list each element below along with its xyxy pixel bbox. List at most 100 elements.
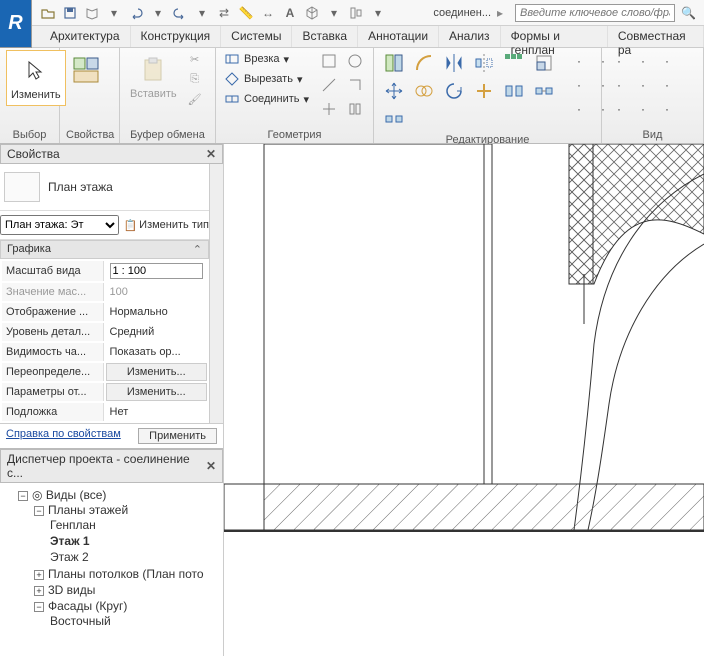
geom-tool-icon[interactable]	[343, 98, 367, 120]
text-icon[interactable]: A	[282, 5, 298, 21]
tab-structure[interactable]: Конструкция	[131, 26, 222, 47]
apply-button[interactable]: Применить	[138, 428, 217, 444]
view-tool-icon[interactable]: ·	[632, 74, 654, 96]
prop-value[interactable]: Нормально	[106, 303, 208, 321]
instance-selector[interactable]: План этажа: Эт	[0, 215, 119, 235]
tree-node[interactable]: Виды (все)	[46, 488, 107, 502]
panel-props-title: Свойства	[66, 127, 113, 143]
offset-icon[interactable]	[410, 50, 438, 76]
cut-button[interactable]: ✂	[185, 50, 205, 68]
dropdown-icon[interactable]: ▾	[370, 5, 386, 21]
properties-button[interactable]	[66, 50, 106, 90]
close-icon[interactable]: ✕	[206, 147, 216, 161]
measure-icon[interactable]: 📏	[238, 5, 254, 21]
copy-button[interactable]: ⎘	[185, 70, 205, 88]
tab-architecture[interactable]: Архитектура	[40, 26, 131, 47]
edit-button[interactable]: Изменить...	[106, 363, 208, 381]
mirror-axis-icon[interactable]	[440, 50, 468, 76]
tree-toggle[interactable]: −	[34, 602, 44, 612]
tab-systems[interactable]: Системы	[221, 26, 292, 47]
scale-icon[interactable]	[530, 50, 558, 76]
geom-tool-icon[interactable]	[317, 98, 341, 120]
trim-icon[interactable]	[470, 78, 498, 104]
save-icon[interactable]	[62, 5, 78, 21]
tree-leaf[interactable]: Этаж 2	[50, 549, 221, 565]
collapse-icon[interactable]: ⌃	[193, 243, 202, 256]
tree-toggle[interactable]: +	[34, 570, 44, 580]
3d-icon[interactable]	[304, 5, 320, 21]
section-icon[interactable]	[348, 5, 364, 21]
mirror-pick-icon[interactable]	[470, 50, 498, 76]
scale-input[interactable]	[110, 263, 204, 279]
tab-massing[interactable]: Формы и генплан	[501, 26, 608, 47]
ribbon-tabs: Архитектура Конструкция Системы Вставка …	[0, 26, 704, 48]
tree-node[interactable]: Планы этажей	[48, 503, 128, 517]
tree-toggle[interactable]: −	[34, 506, 44, 516]
tab-collab[interactable]: Совместная ра	[608, 26, 704, 47]
view-tool-icon[interactable]: ·	[608, 98, 630, 120]
drawing-canvas[interactable]	[224, 144, 704, 656]
tree-leaf[interactable]: Восточный	[50, 613, 221, 629]
join-button[interactable]: Соединить ▾	[222, 90, 313, 108]
open-icon[interactable]	[40, 5, 56, 21]
cut-button2[interactable]: Вырезать ▾	[222, 70, 313, 88]
tree-node[interactable]: 3D виды	[48, 583, 95, 597]
scrollbar[interactable]	[209, 164, 223, 423]
expand-icon[interactable]: ▸	[493, 6, 507, 20]
tree-leaf-selected[interactable]: Этаж 1	[50, 533, 221, 549]
view-tool-icon[interactable]: ·	[656, 74, 678, 96]
prop-value[interactable]: Средний	[106, 323, 208, 341]
dropdown-icon[interactable]: ▾	[106, 5, 122, 21]
dropdown-icon[interactable]: ▾	[326, 5, 342, 21]
edit-button[interactable]: Изменить...	[106, 383, 208, 401]
recent-icon[interactable]	[84, 5, 100, 21]
modify-button[interactable]: Изменить	[6, 50, 66, 106]
array-icon[interactable]	[500, 50, 528, 76]
cutgeom-button[interactable]: Врезка ▾	[222, 50, 313, 68]
copy-icon[interactable]	[410, 78, 438, 104]
tab-insert[interactable]: Вставка	[292, 26, 358, 47]
tree-toggle[interactable]: +	[34, 586, 44, 596]
tab-analysis[interactable]: Анализ	[439, 26, 501, 47]
delete-icon[interactable]	[380, 106, 408, 132]
edit-tool-icon[interactable]: ·	[568, 50, 590, 72]
tree-node[interactable]: Планы потолков (План пото	[48, 567, 204, 581]
geom-tool-icon[interactable]	[317, 50, 341, 72]
view-tool-icon[interactable]: ·	[656, 98, 678, 120]
match-button[interactable]: 🖌	[185, 90, 205, 108]
tree-toggle[interactable]: −	[18, 491, 28, 501]
geom-tool-icon[interactable]	[343, 74, 367, 96]
geom-tool-icon[interactable]	[343, 50, 367, 72]
view-tool-icon[interactable]: ·	[608, 74, 630, 96]
dropdown-icon[interactable]: ▾	[150, 5, 166, 21]
tree-node[interactable]: Фасады (Круг)	[48, 599, 127, 613]
close-icon[interactable]: ✕	[206, 459, 216, 473]
search-icon[interactable]: 🔍	[677, 6, 700, 20]
edit-tool-icon[interactable]: ·	[568, 74, 590, 96]
search-input[interactable]	[515, 4, 675, 22]
view-tool-icon[interactable]: ·	[608, 50, 630, 72]
move-icon[interactable]	[380, 78, 408, 104]
app-logo[interactable]: R	[0, 0, 32, 48]
geom-tool-icon[interactable]	[317, 74, 341, 96]
align-icon[interactable]	[380, 50, 408, 76]
sync-icon[interactable]: ⇄	[216, 5, 232, 21]
tab-annotations[interactable]: Аннотации	[358, 26, 439, 47]
props-help-link[interactable]: Справка по свойствам	[6, 428, 121, 444]
edit-tool-icon[interactable]: ·	[568, 98, 590, 120]
dim-icon[interactable]: ↔	[260, 5, 276, 21]
prop-value[interactable]: Нет	[106, 403, 208, 421]
pin-icon[interactable]	[530, 78, 558, 104]
paste-button[interactable]: Вставить	[126, 50, 181, 104]
undo-icon[interactable]	[128, 5, 144, 21]
tree-leaf[interactable]: Генплан	[50, 517, 221, 533]
view-tool-icon[interactable]: ·	[632, 98, 654, 120]
prop-value[interactable]: Показать ор...	[106, 343, 208, 361]
view-tool-icon[interactable]: ·	[656, 50, 678, 72]
dropdown-icon[interactable]: ▾	[194, 5, 210, 21]
edit-type-button[interactable]: 📋Изменить тип	[123, 219, 209, 232]
view-tool-icon[interactable]: ·	[632, 50, 654, 72]
split-icon[interactable]	[500, 78, 528, 104]
redo-icon[interactable]	[172, 5, 188, 21]
rotate-icon[interactable]	[440, 78, 468, 104]
